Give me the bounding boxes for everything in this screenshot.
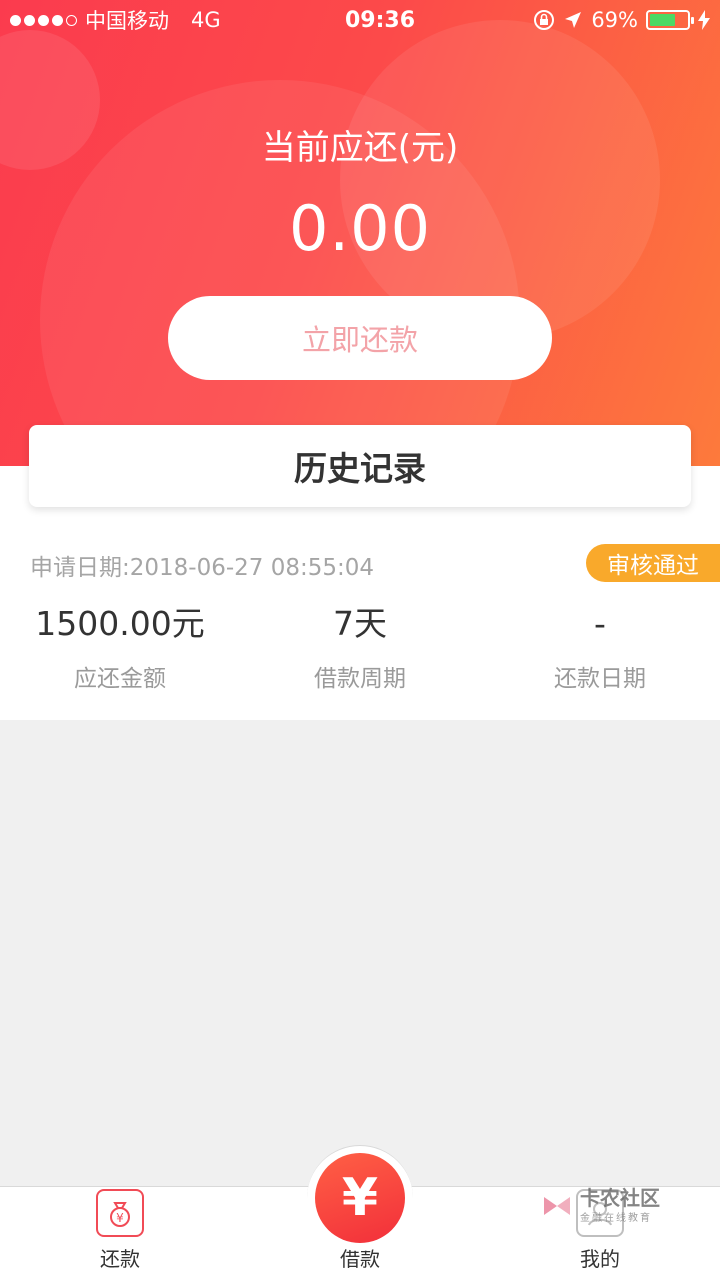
due-amount-value: 0.00 <box>288 192 432 265</box>
battery-icon <box>646 10 694 30</box>
watermark-subtitle: 金融在线教育 <box>580 1213 652 1224</box>
tab-label: 还款 <box>100 1247 140 1271</box>
watermark: 卡农社区 金融在线教育 <box>540 1187 660 1224</box>
battery-level-fill <box>650 14 675 26</box>
yen-icon[interactable]: ¥ <box>315 1153 405 1243</box>
stat-due-amount: 1500.00元 应还金额 <box>0 601 240 693</box>
decor-bubble <box>340 20 660 340</box>
stat-value: 7天 <box>333 604 387 643</box>
clock: 09:36 <box>344 7 416 33</box>
battery-percent: 69% <box>591 8 638 32</box>
hero-banner: 中国移动 4G 09:36 69% 当前应还(元) 0.00 立即还款 <box>0 0 720 466</box>
signal-strength-icon <box>10 14 77 26</box>
stat-label: 应还金额 <box>74 666 166 692</box>
stat-value: 1500.00元 <box>35 604 205 643</box>
stat-repay-date: - 还款日期 <box>480 601 720 693</box>
tab-repay[interactable]: ¥ 还款 <box>0 1187 240 1280</box>
status-badge: 审核通过 <box>586 544 720 582</box>
watermark-title: 卡农社区 <box>580 1186 660 1210</box>
svg-text:¥: ¥ <box>116 1211 124 1225</box>
rotation-lock-icon <box>534 10 555 30</box>
stat-loan-period: 7天 借款周期 <box>240 601 480 693</box>
charging-bolt-icon <box>698 10 710 30</box>
loan-stats: 1500.00元 应还金额 7天 借款周期 - 还款日期 <box>0 601 720 693</box>
stat-label: 借款周期 <box>314 666 406 692</box>
apply-date: 申请日期:2018-06-27 08:55:04 <box>30 555 375 581</box>
location-arrow-icon <box>565 12 582 28</box>
network-type: 4G <box>191 8 221 32</box>
due-amount-label: 当前应还(元) <box>261 128 459 168</box>
history-records-header[interactable]: 历史记录 <box>29 425 691 507</box>
tab-label: 我的 <box>580 1247 620 1271</box>
stat-label: 还款日期 <box>554 666 646 692</box>
carrier-name: 中国移动 <box>85 9 169 33</box>
watermark-logo-icon <box>544 1196 570 1215</box>
money-bag-icon: ¥ <box>96 1189 144 1237</box>
stat-value: - <box>594 604 606 643</box>
repay-now-button[interactable]: 立即还款 <box>168 296 552 380</box>
tab-borrow[interactable]: ¥ 借款 <box>240 1145 480 1280</box>
status-bar: 中国移动 4G 09:36 69% <box>0 0 720 40</box>
